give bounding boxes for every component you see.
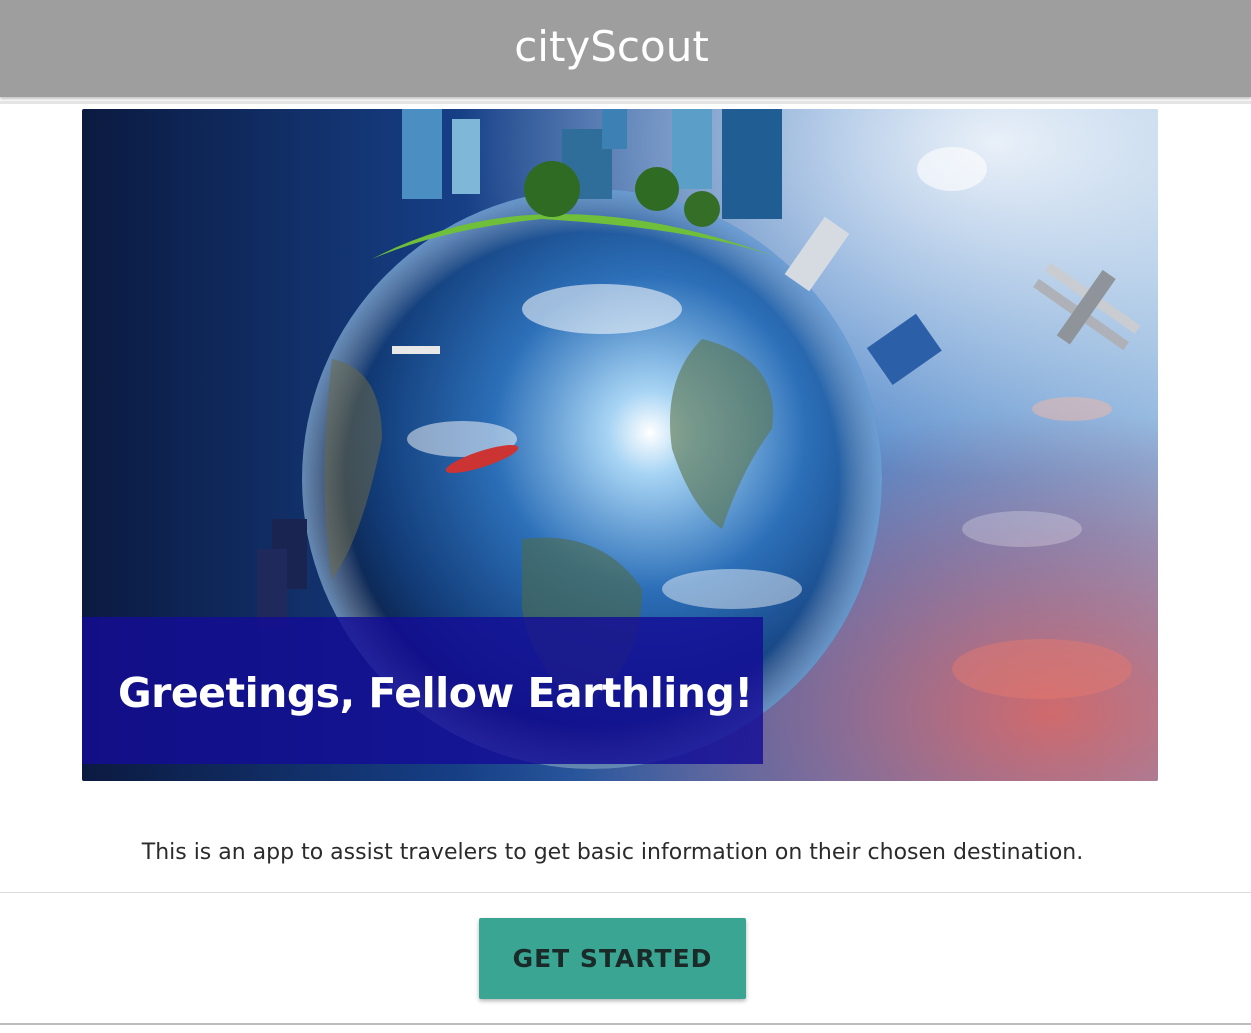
hero-banner: Greetings, Fellow Earthling! <box>82 109 1158 781</box>
get-started-button[interactable]: GET STARTED <box>479 918 746 999</box>
app-brand-title[interactable]: cityScout <box>514 22 709 71</box>
app-description: This is an app to assist travelers to ge… <box>141 840 1084 865</box>
section-divider <box>0 892 1251 893</box>
navbar-underline <box>0 101 1251 104</box>
bottom-divider <box>0 1023 1251 1025</box>
top-navbar: cityScout <box>0 0 1251 97</box>
hero-caption-box: Greetings, Fellow Earthling! <box>82 617 763 764</box>
hero-greeting-heading: Greetings, Fellow Earthling! <box>118 668 753 717</box>
